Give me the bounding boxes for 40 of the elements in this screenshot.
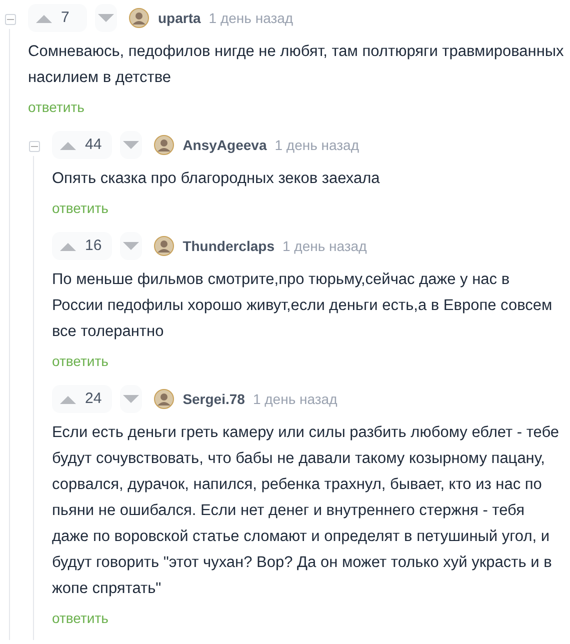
rating-count: 24 [85,388,102,409]
comment-text: Если есть деньги греть камеру или силы разбить любому еблет - тебе будут сочувствовать, что бабы не давали такому козырному пацану, сорвался, дурачок, напился, ребенка трахнул, бывает, кто из нас по пьяни не ошибался. Если нет денег и внутреннего стержня - тебя даже по воровской статье сломают и определят в петушиный угол, и будут говорить "этот чухан? Вор? Да он может только хуй украсть и в жопе спрятать" [52,423,560,599]
user-avatar [154,236,174,256]
down-arrow-icon [122,394,139,404]
collapse-toggle[interactable] [4,14,16,25]
comment-text: По меньше фильмов смотрите,про тюрьму,сейчас даже у нас в России педофилы хорошо живут,если деньги есть,а в Европе совсем все толерантно [52,270,554,342]
down-arrow-icon [122,140,139,150]
comment-time: 1 день назад [208,8,294,28]
upvote-button[interactable] [60,394,76,404]
rating-count: 7 [61,8,70,28]
rating-count: 16 [85,236,102,256]
upvote-button[interactable] [36,14,52,22]
up-arrow-icon [60,242,76,250]
up-arrow-icon [60,394,76,404]
up-arrow-icon [36,14,52,22]
minus-icon [30,143,38,150]
downvote-button[interactable] [120,232,142,260]
comment-time: 1 день назад [274,136,360,155]
author-link[interactable]: uparta [158,8,201,28]
user-avatar [154,135,174,155]
downvote-button[interactable] [95,4,117,32]
user-avatar [154,389,174,409]
upvote-button[interactable] [60,242,76,250]
down-arrow-icon [98,14,114,22]
author-link[interactable]: Sergei.78 [182,388,245,410]
author-link[interactable]: Thunderclaps [182,236,274,256]
comment-time: 1 день назад [282,236,367,256]
user-avatar [129,8,149,28]
comment-text: Опять сказка про благородных зеков заехала [52,169,381,189]
author-link[interactable]: AnsyAgeeva [182,134,267,156]
minus-icon [6,16,14,23]
up-arrow-icon [60,140,76,150]
upvote-button[interactable] [60,140,76,150]
rating-count: 44 [85,134,102,155]
collapse-toggle[interactable] [28,141,40,152]
comment-time: 1 день назад [252,390,338,409]
downvote-button[interactable] [120,385,142,413]
downvote-button[interactable] [120,131,142,159]
comment-text: Сомневаюсь, педофилов нигде не любят, там полтюряги травмированных насилием в детстве [28,42,564,88]
down-arrow-icon [122,242,139,250]
